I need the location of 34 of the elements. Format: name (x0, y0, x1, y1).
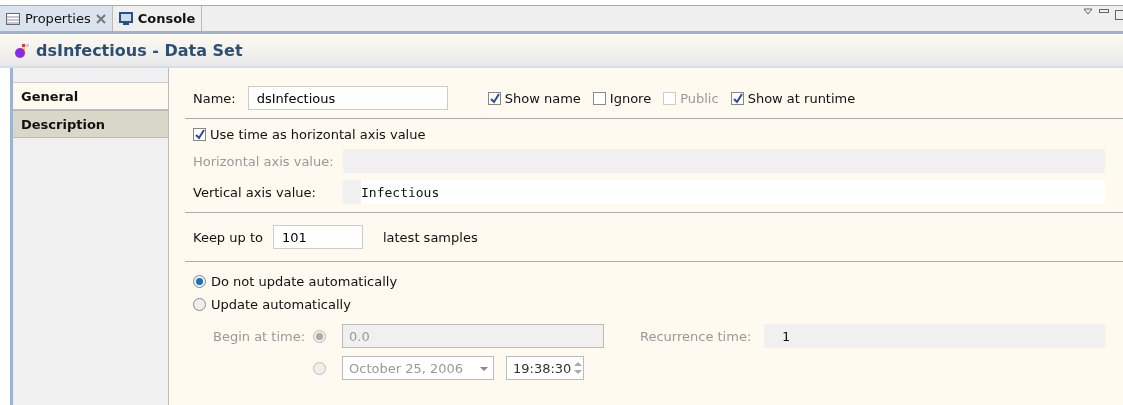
sidebar-item[interactable]: General (13, 82, 168, 110)
checkbox[interactable]: Show name (487, 90, 581, 106)
field-label: Vertical axis value: (193, 184, 317, 200)
close-icon[interactable] (95, 13, 106, 24)
samples-suffix: latest samples (382, 229, 478, 245)
maximize-icon[interactable] (1115, 8, 1123, 20)
samples-field[interactable]: 101 (272, 225, 363, 249)
input-field[interactable]: Infectious (343, 180, 1105, 204)
radio-option[interactable]: Do not update automatically (193, 274, 1123, 289)
minimize-icon[interactable] (1099, 8, 1109, 14)
keep-label: Keep up to (193, 229, 263, 245)
dataset-icon (14, 42, 30, 58)
radio-button[interactable] (313, 329, 326, 343)
tab[interactable]: Properties (0, 6, 113, 31)
begin-label: Begin at time: (213, 328, 307, 344)
check-icon (488, 92, 500, 104)
recurrence-label: Recurrence time: (640, 328, 753, 344)
radio-button[interactable] (313, 361, 326, 375)
check-icon (731, 92, 743, 104)
recurrence-field[interactable]: 1 (764, 324, 1105, 348)
checkbox[interactable]: Ignore (592, 90, 652, 106)
header-title: dsInfectious - Data Set (36, 40, 243, 60)
field-label: Horizontal axis value: (193, 153, 335, 169)
time-spinner[interactable]: 19:38:30 (506, 356, 584, 380)
view-menu-icon[interactable] (1083, 8, 1093, 16)
checkbox[interactable]: Show at runtime (730, 90, 856, 106)
check-icon (194, 129, 205, 140)
name-label: Name: (193, 90, 236, 106)
sidebar-item[interactable]: Description (13, 110, 168, 138)
name-field[interactable]: dsInfectious (247, 86, 448, 110)
radio-option[interactable]: Update automatically (193, 297, 1123, 312)
table-icon (6, 12, 20, 25)
monitor-icon (118, 11, 133, 26)
checkbox[interactable]: Use time as horizontal axis value (193, 127, 426, 142)
